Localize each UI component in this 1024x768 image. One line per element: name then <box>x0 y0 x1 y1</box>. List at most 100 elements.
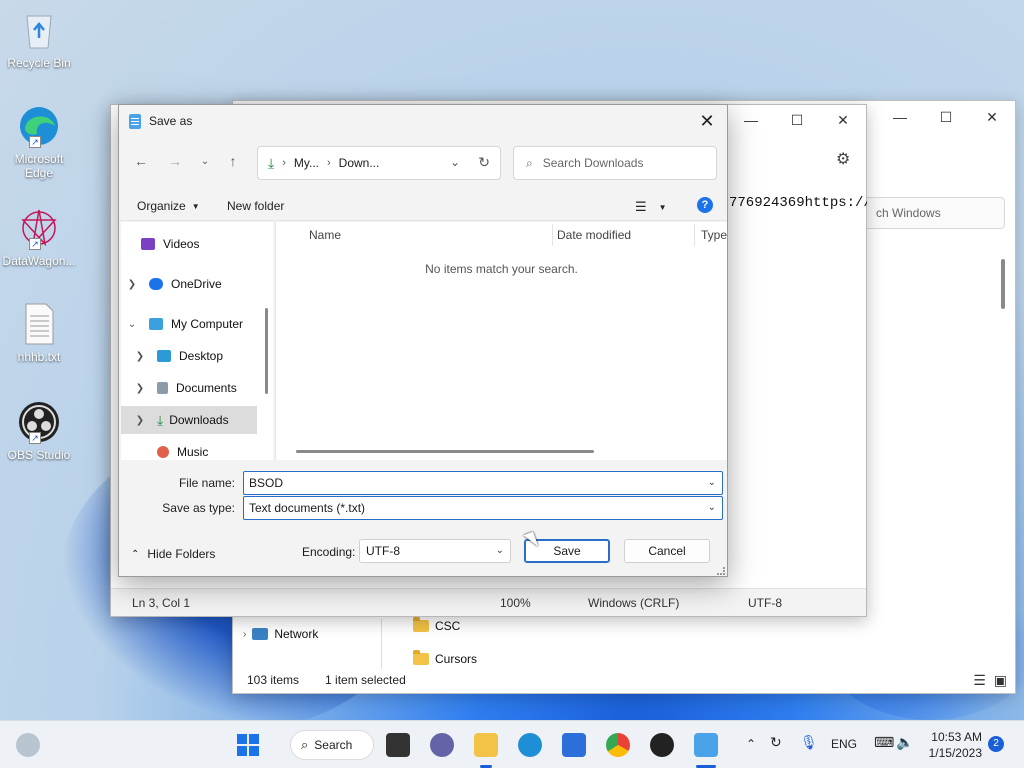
breadcrumb-downloads[interactable]: Down... <box>339 156 380 170</box>
desktop-icon-hhhb-txt[interactable]: hhhb.txt <box>2 302 76 364</box>
gear-icon[interactable]: ⚙ <box>836 149 850 169</box>
resize-grip[interactable] <box>717 567 725 575</box>
notepad-status-bar: Ln 3, Col 1 100% Windows (CRLF) UTF-8 <box>111 588 866 616</box>
caret-down-icon: ▼ <box>658 202 667 212</box>
file-list-pane: Name Date modified Type No items match y… <box>275 222 727 460</box>
forward-arrow-icon[interactable]: → <box>165 153 185 169</box>
music-icon <box>157 446 169 458</box>
store-icon[interactable] <box>562 733 586 757</box>
nav-item-desktop[interactable]: ❯ Desktop <box>133 342 269 370</box>
search-placeholder: Search Downloads <box>542 156 644 170</box>
column-header-date-modified[interactable]: Date modified <box>557 222 631 248</box>
recent-chevron-icon[interactable]: ⌄ <box>195 156 215 167</box>
list-view-icon: ☰ <box>635 199 647 214</box>
back-arrow-icon[interactable]: ← <box>131 153 151 169</box>
obs-icon[interactable] <box>650 733 674 757</box>
close-icon[interactable]: ✕ <box>693 109 721 133</box>
file-explorer-icon[interactable] <box>474 733 498 757</box>
view-toggle: ☰ ▣ <box>973 672 1007 689</box>
nav-item-label: Network <box>274 627 319 641</box>
file-name-input[interactable]: BSOD ⌄ <box>243 471 723 495</box>
details-view-icon[interactable]: ☰ <box>973 672 986 689</box>
shortcut-arrow-icon: ↗ <box>29 432 41 444</box>
navigation-pane: Videos ❯ OneDrive ⌄ My Computer ❯ Deskto… <box>121 222 273 460</box>
nav-item-downloads[interactable]: ❯ ⤓ Downloads <box>121 406 257 434</box>
notepad-text[interactable]: 776924369https://s <box>729 195 867 211</box>
taskbar-search-button[interactable]: ⌕ Search <box>290 730 374 760</box>
nav-item-music[interactable]: Music <box>157 438 273 460</box>
taskbar-search-label: Search <box>314 738 353 752</box>
folder-item-cursors[interactable]: Cursors <box>413 650 477 666</box>
desktop-icon-edge[interactable]: ↗ Microsoft Edge <box>2 104 76 180</box>
refresh-icon[interactable]: ↻ <box>478 154 490 171</box>
column-separator[interactable] <box>694 224 695 246</box>
chevron-down-icon[interactable]: ⌄ <box>708 472 716 494</box>
cancel-button[interactable]: Cancel <box>624 539 710 563</box>
close-icon[interactable]: ✕ <box>820 105 866 135</box>
column-header-type[interactable]: Type <box>701 222 727 248</box>
chevron-down-icon: ⌄ <box>495 545 504 556</box>
help-icon[interactable]: ? <box>697 197 713 213</box>
nav-item-my-computer[interactable]: ⌄ My Computer <box>125 310 261 338</box>
minimize-icon[interactable]: — <box>877 101 923 133</box>
nav-item-documents[interactable]: ❯ Documents <box>133 374 269 402</box>
maximize-icon[interactable]: ☐ <box>774 105 820 135</box>
nav-item-network[interactable]: › Network <box>243 627 318 641</box>
chat-icon[interactable] <box>430 733 454 757</box>
notepad-icon[interactable] <box>694 733 718 757</box>
nav-pane-scrollbar[interactable] <box>265 308 268 394</box>
task-view-icon[interactable] <box>386 733 410 757</box>
minimize-icon[interactable]: — <box>728 105 774 135</box>
dialog-titlebar: Save as <box>119 105 727 137</box>
edge-icon[interactable] <box>518 733 542 757</box>
desktop-icon-recycle-bin[interactable]: Recycle Bin <box>2 8 76 70</box>
explorer-scrollbar[interactable] <box>1001 259 1005 309</box>
volume-icon[interactable]: 🔈 <box>896 734 913 751</box>
nav-item-label: Downloads <box>169 413 229 427</box>
start-icon[interactable] <box>236 733 260 757</box>
save-type-select[interactable]: Text documents (*.txt) ⌄ <box>243 496 723 520</box>
column-header-name[interactable]: Name <box>309 222 341 248</box>
folder-icon <box>413 617 429 632</box>
desktop-icon-datawagon[interactable]: ↗ DataWagon... <box>2 206 76 268</box>
microphone-icon[interactable]: 🎙 <box>800 734 818 751</box>
nav-item-videos[interactable]: Videos <box>141 230 273 258</box>
documents-icon <box>157 382 168 394</box>
view-options-button[interactable]: ☰ ▼ <box>635 199 667 215</box>
chevron-up-icon[interactable]: ⌃ <box>746 737 756 751</box>
chrome-icon[interactable] <box>606 733 630 757</box>
chevron-down-icon: ⌄ <box>127 318 137 330</box>
cloud-icon <box>149 278 163 290</box>
widgets-icon[interactable] <box>16 733 40 757</box>
search-input[interactable]: ⌕ Search Downloads <box>513 146 717 180</box>
close-icon[interactable]: ✕ <box>969 101 1015 133</box>
file-list-scrollbar[interactable] <box>296 450 594 453</box>
folder-item-csc[interactable]: CSC <box>413 617 461 633</box>
breadcrumb-my-computer[interactable]: My... <box>294 156 319 170</box>
explorer-search-input[interactable]: ch Windows <box>863 197 1005 229</box>
column-separator[interactable] <box>552 224 553 246</box>
notification-badge[interactable]: 2 <box>988 736 1004 752</box>
taskbar-clock[interactable]: 10:53 AM 1/15/2023 <box>920 729 982 761</box>
file-name-label: File name: <box>178 476 235 490</box>
network-icon[interactable]: ⌨ <box>874 734 894 751</box>
sync-icon[interactable]: ↻ <box>770 734 782 751</box>
organize-button[interactable]: Organize ▼ <box>137 199 200 213</box>
chevron-down-icon[interactable]: ⌄ <box>708 497 716 519</box>
desktop-icon-obs[interactable]: ↗ OBS Studio <box>2 400 76 462</box>
maximize-icon[interactable]: ☐ <box>923 101 969 133</box>
desktop-icon-label: hhhb.txt <box>17 350 61 364</box>
tiles-view-icon[interactable]: ▣ <box>994 672 1007 689</box>
save-type-value: Text documents (*.txt) <box>249 501 366 515</box>
address-bar[interactable]: ⤓ › My... › Down... ⌄ ↻ <box>257 146 501 180</box>
folder-icon <box>413 650 429 665</box>
command-bar: Organize ▼ New folder ☰ ▼ ? <box>119 191 727 221</box>
up-arrow-icon[interactable]: ↑ <box>223 153 243 169</box>
nav-item-onedrive[interactable]: ❯ OneDrive <box>125 270 261 298</box>
folder-label: CSC <box>435 619 461 633</box>
encoding-select[interactable]: UTF-8 ⌄ <box>359 539 511 563</box>
hide-folders-button[interactable]: ⌃ Hide Folders <box>131 547 215 561</box>
chevron-down-icon[interactable]: ⌄ <box>450 155 460 169</box>
new-folder-button[interactable]: New folder <box>227 199 284 213</box>
language-indicator[interactable]: ENG <box>831 737 857 751</box>
